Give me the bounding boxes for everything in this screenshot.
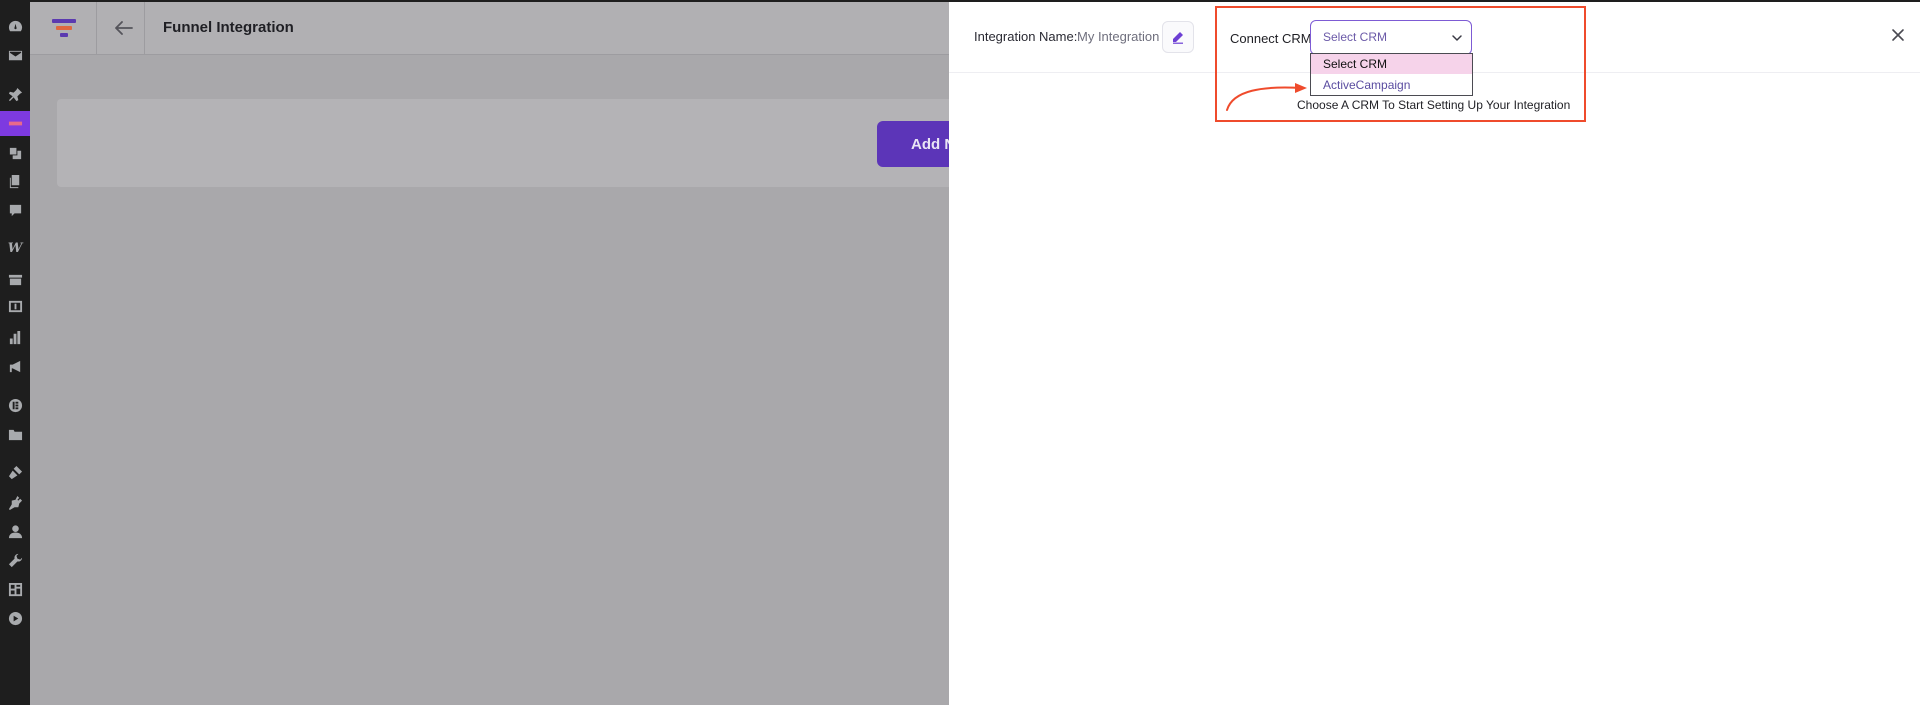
crm-select[interactable]: Select CRM [1310,20,1472,55]
analytics-icon[interactable] [7,329,23,345]
mail-icon[interactable] [7,47,23,63]
products-icon[interactable] [7,271,23,287]
funnel-menu-icon[interactable] [7,115,23,131]
elementor-icon[interactable] [7,397,23,413]
appearance-icon[interactable] [7,464,23,480]
back-arrow-icon[interactable] [110,14,138,42]
app-header: Funnel Integration [30,2,950,55]
tools-icon[interactable] [7,552,23,568]
pin-icon[interactable] [7,86,23,102]
choose-crm-hint: Choose A CRM To Start Setting Up Your In… [1297,98,1571,112]
dashboard-icon[interactable] [7,18,23,34]
settings-icon[interactable] [7,581,23,597]
edit-name-button[interactable] [1162,21,1194,53]
users-icon[interactable] [7,523,23,539]
integration-name-value: My Integration [1077,29,1160,44]
header-divider [144,2,145,54]
funnel-logo-icon [52,19,76,37]
payments-icon[interactable] [7,298,23,314]
marketing-icon[interactable] [7,358,23,374]
pages-icon[interactable] [7,173,23,189]
crm-option-select-crm[interactable]: Select CRM [1311,54,1472,74]
crm-select-value: Select CRM [1323,30,1388,44]
plugins-icon[interactable] [7,494,23,510]
templates-icon[interactable] [7,426,23,442]
connect-crm-label: Connect CRM [1230,31,1312,46]
woo-icon[interactable]: W [7,240,23,256]
chevron-down-icon [1452,35,1462,41]
integration-name-label: Integration Name: [974,29,1078,44]
admin-sidebar: W [0,0,30,705]
header-divider [96,2,97,54]
media-icon[interactable] [7,145,23,161]
pencil-icon [1173,32,1183,44]
integration-list-card [57,99,957,187]
crm-dropdown: Select CRM ActiveCampaign [1310,53,1473,96]
crm-option-activecampaign[interactable]: ActiveCampaign [1311,75,1472,95]
play-icon[interactable] [7,610,23,626]
page-title: Funnel Integration [163,19,294,36]
integration-drawer: Integration Name: My Integration Connect… [949,2,1920,705]
close-icon[interactable] [1889,26,1907,44]
comments-icon[interactable] [7,202,23,218]
